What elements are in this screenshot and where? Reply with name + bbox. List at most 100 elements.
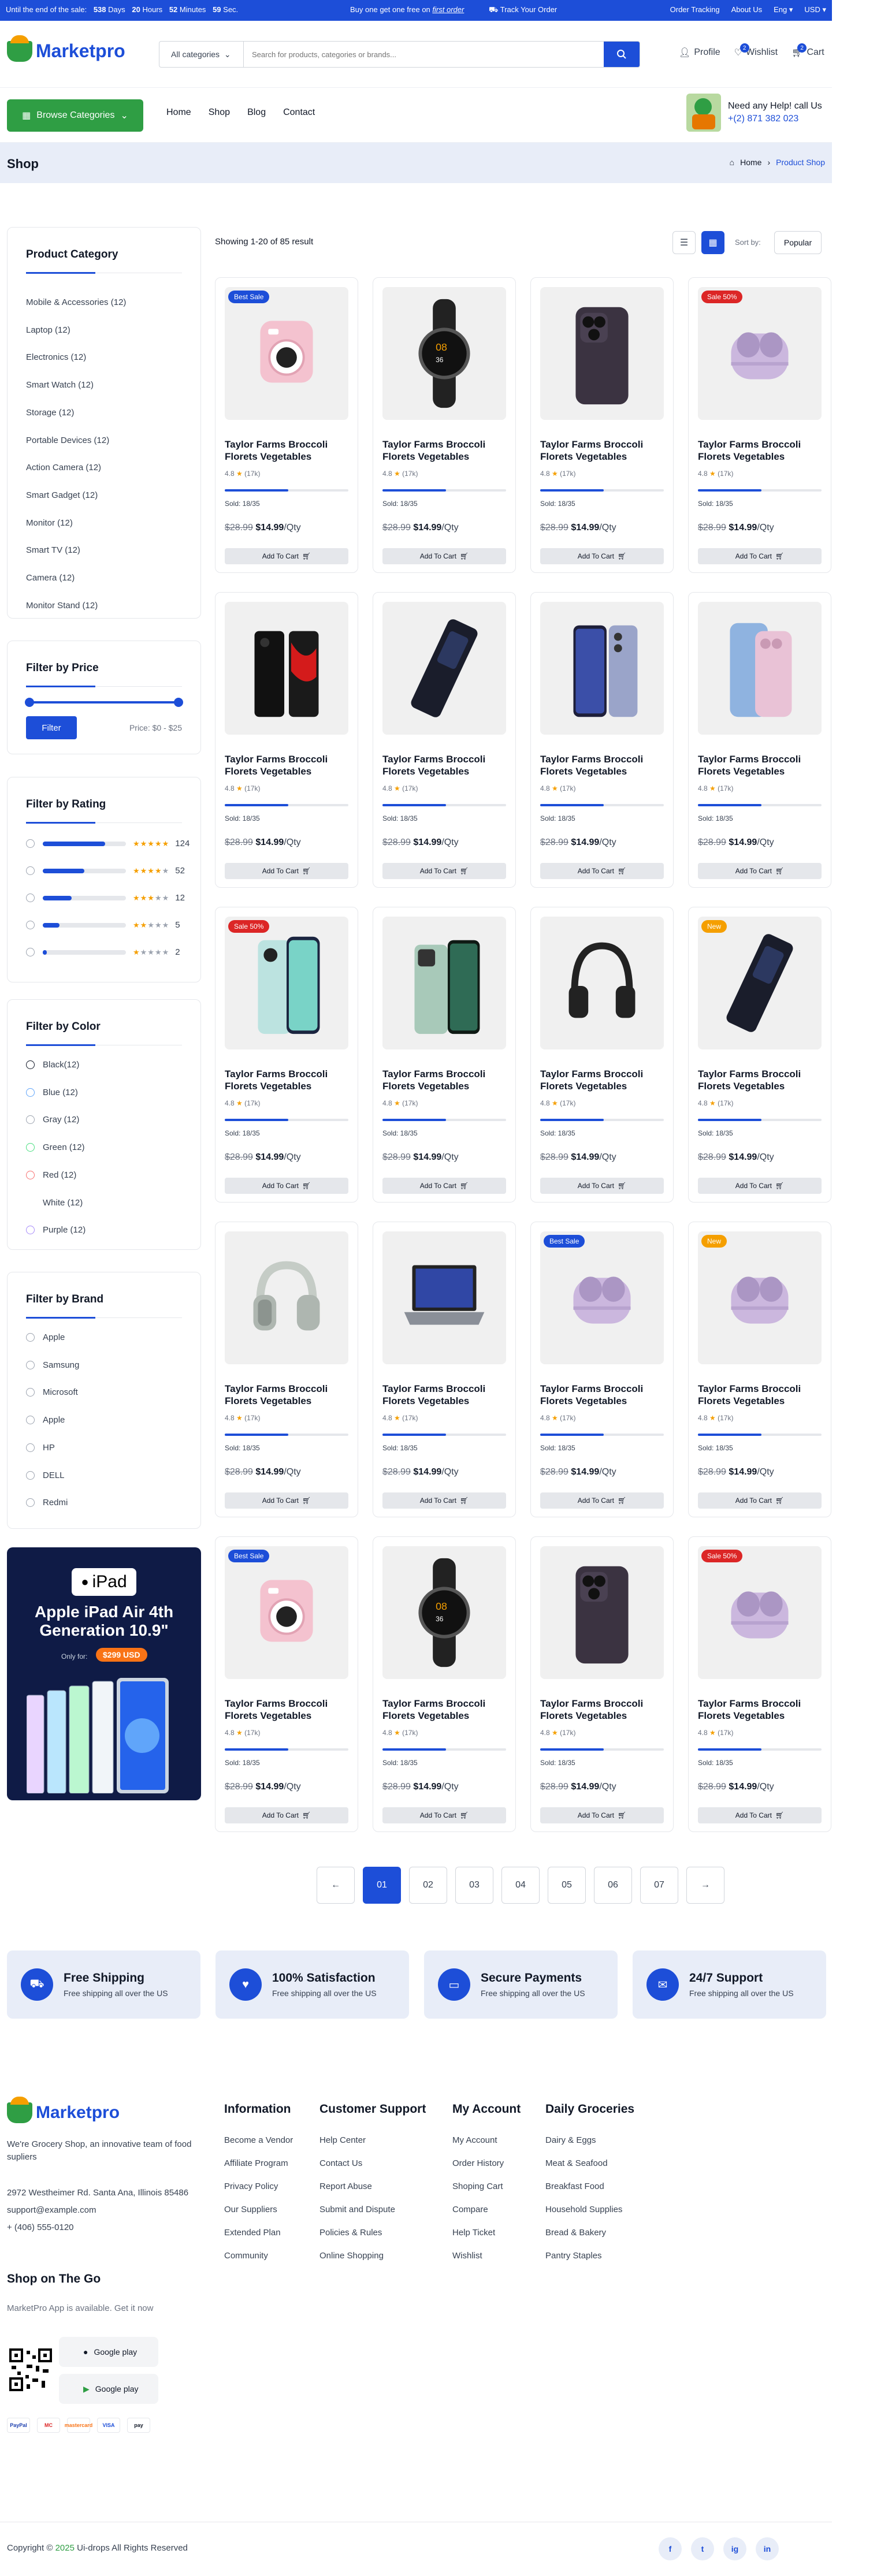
product-card[interactable]: 08 36 Taylor Farms Broccoli Florets Vegeta… [373,1536,516,1832]
category-select[interactable]: All categories ⌄ [159,42,244,67]
product-name[interactable]: Taylor Farms Broccoli Florets Vegetables [225,753,348,777]
product-card[interactable]: Best Sale Taylor Farms Broccoli Florets V… [215,1536,358,1832]
brand-option[interactable]: Apple [26,1415,65,1425]
product-image[interactable] [382,602,506,735]
product-image[interactable] [698,602,822,735]
footer-email[interactable]: support@example.com [7,2205,96,2215]
add-to-cart-button[interactable]: Add To Cart 🛒︎ [382,1807,506,1823]
product-card[interactable]: Taylor Farms Broccoli Florets Vegetables… [373,907,516,1203]
product-image[interactable]: 08 36 [382,287,506,420]
instagram-icon[interactable]: ig [723,2537,746,2560]
footer-link[interactable]: Compare [452,2198,521,2221]
category-item[interactable]: Electronics (12) [26,344,126,371]
product-name[interactable]: Taylor Farms Broccoli Florets Vegetables [540,1698,664,1722]
color-radio[interactable] [26,1115,35,1125]
linkedin-icon[interactable]: in [756,2537,779,2560]
product-name[interactable]: Taylor Farms Broccoli Florets Vegetables [698,1698,822,1722]
cart-button[interactable]: 🛒︎ 2 Cart [791,43,824,58]
product-card[interactable]: Sale 50% Taylor Farms Broccoli Florets Ve… [688,1536,831,1832]
color-radio[interactable] [26,1226,35,1235]
category-item[interactable]: Monitor (12) [26,509,126,537]
add-to-cart-button[interactable]: Add To Cart 🛒︎ [540,1492,664,1509]
brand-radio[interactable] [26,1498,35,1507]
add-to-cart-button[interactable]: Add To Cart 🛒︎ [698,1807,822,1823]
footer-link[interactable]: Become a Vendor [224,2129,293,2152]
brand-option[interactable]: Samsung [26,1360,79,1370]
footer-link[interactable]: Report Abuse [319,2175,426,2198]
product-name[interactable]: Taylor Farms Broccoli Florets Vegetables [382,1698,506,1722]
product-name[interactable]: Taylor Farms Broccoli Florets Vegetables [698,753,822,777]
category-item[interactable]: Laptop (12) [26,317,126,344]
product-image[interactable]: Best Sale [225,1546,348,1679]
radio-button[interactable] [26,948,35,956]
product-image[interactable]: Sale 50% [225,917,348,1049]
product-card[interactable]: 08 36 Taylor Farms Broccoli Florets Vegeta… [373,277,516,573]
product-image[interactable]: Sale 50% [698,1546,822,1679]
product-name[interactable]: Taylor Farms Broccoli Florets Vegetables [540,753,664,777]
track-order-link[interactable]: ⛟ Track Your Order [489,5,557,16]
product-image[interactable] [382,917,506,1049]
page-button[interactable]: 06 [594,1867,632,1904]
footer-link[interactable]: Meat & Seafood [545,2152,634,2175]
brand-radio[interactable] [26,1333,35,1342]
brand-option[interactable]: Redmi [26,1498,68,1507]
nav-home[interactable]: Home [166,107,191,118]
product-card[interactable]: Sale 50% Taylor Farms Broccoli Florets Ve… [688,277,831,573]
add-to-cart-button[interactable]: Add To Cart 🛒︎ [225,548,348,564]
facebook-icon[interactable]: f [659,2537,682,2560]
nav-contact[interactable]: Contact [283,107,315,118]
brand-logo[interactable]: Marketpro [7,35,125,62]
product-card[interactable]: Best Sale Taylor Farms Broccoli Florets V… [530,1222,674,1517]
product-card[interactable]: Sale 50% Taylor Farms Broccoli Florets Ve… [215,907,358,1203]
footer-link[interactable]: Our Suppliers [224,2198,293,2221]
product-card[interactable]: Taylor Farms Broccoli Florets Vegetables… [373,1222,516,1517]
category-item[interactable]: Storage (12) [26,399,126,427]
footer-link[interactable]: Community [224,2244,293,2268]
browse-categories-button[interactable]: ▦ Browse Categories ⌄ [7,99,143,132]
add-to-cart-button[interactable]: Add To Cart 🛒︎ [698,1492,822,1509]
product-name[interactable]: Taylor Farms Broccoli Florets Vegetables [540,1068,664,1092]
color-option[interactable]: Purple (12) [26,1225,86,1235]
product-image[interactable]: New [698,917,822,1049]
category-item[interactable]: Camera (12) [26,564,126,592]
help-phone[interactable]: +(2) 871 382 023 [728,114,822,124]
product-card[interactable]: Taylor Farms Broccoli Florets Vegetables… [373,592,516,888]
color-radio[interactable] [26,1198,35,1207]
product-name[interactable]: Taylor Farms Broccoli Florets Vegetables [698,438,822,463]
product-name[interactable]: Taylor Farms Broccoli Florets Vegetables [382,438,506,463]
color-radio[interactable] [26,1060,35,1069]
color-option[interactable]: White (12) [26,1198,83,1208]
footer-link[interactable]: My Account [452,2129,521,2152]
rating-row[interactable]: ★★★★★ 124 [26,839,189,848]
add-to-cart-button[interactable]: Add To Cart 🛒︎ [540,548,664,564]
nav-shop[interactable]: Shop [209,107,230,118]
footer-link[interactable]: Submit and Dispute [319,2198,426,2221]
product-image[interactable]: Sale 50% [698,287,822,420]
add-to-cart-button[interactable]: Add To Cart 🛒︎ [540,1178,664,1194]
add-to-cart-button[interactable]: Add To Cart 🛒︎ [225,863,348,879]
product-image[interactable] [382,1231,506,1364]
wishlist-button[interactable]: ♡ 2 Wishlist [734,43,778,58]
footer-link[interactable]: Help Center [319,2129,426,2152]
add-to-cart-button[interactable]: Add To Cart 🛒︎ [540,1807,664,1823]
add-to-cart-button[interactable]: Add To Cart 🛒︎ [540,863,664,879]
product-card[interactable]: Taylor Farms Broccoli Florets Vegetables… [215,592,358,888]
page-button[interactable]: 01 [363,1867,401,1904]
color-option[interactable]: Green (12) [26,1142,85,1152]
page-button[interactable]: 03 [455,1867,493,1904]
category-item[interactable]: Mobile & Accessories (12) [26,289,126,317]
product-card[interactable]: Best Sale Taylor Farms Broccoli Florets V… [215,277,358,573]
color-radio[interactable] [26,1088,35,1097]
footer-link[interactable]: Extended Plan [224,2221,293,2244]
page-button[interactable]: 07 [640,1867,678,1904]
footer-link[interactable]: Online Shopping [319,2244,426,2268]
ipad-promo-banner[interactable]: ● iPad Apple iPad Air 4th Generation 10.9… [7,1547,201,1800]
brand-radio[interactable] [26,1443,35,1452]
product-image[interactable]: 08 36 [382,1546,506,1679]
add-to-cart-button[interactable]: Add To Cart 🛒︎ [382,1492,506,1509]
add-to-cart-button[interactable]: Add To Cart 🛒︎ [698,863,822,879]
product-name[interactable]: Taylor Farms Broccoli Florets Vegetables [540,1383,664,1407]
sort-select[interactable]: Popular [774,231,822,254]
add-to-cart-button[interactable]: Add To Cart 🛒︎ [698,548,822,564]
footer-link[interactable]: Wishlist [452,2244,521,2268]
